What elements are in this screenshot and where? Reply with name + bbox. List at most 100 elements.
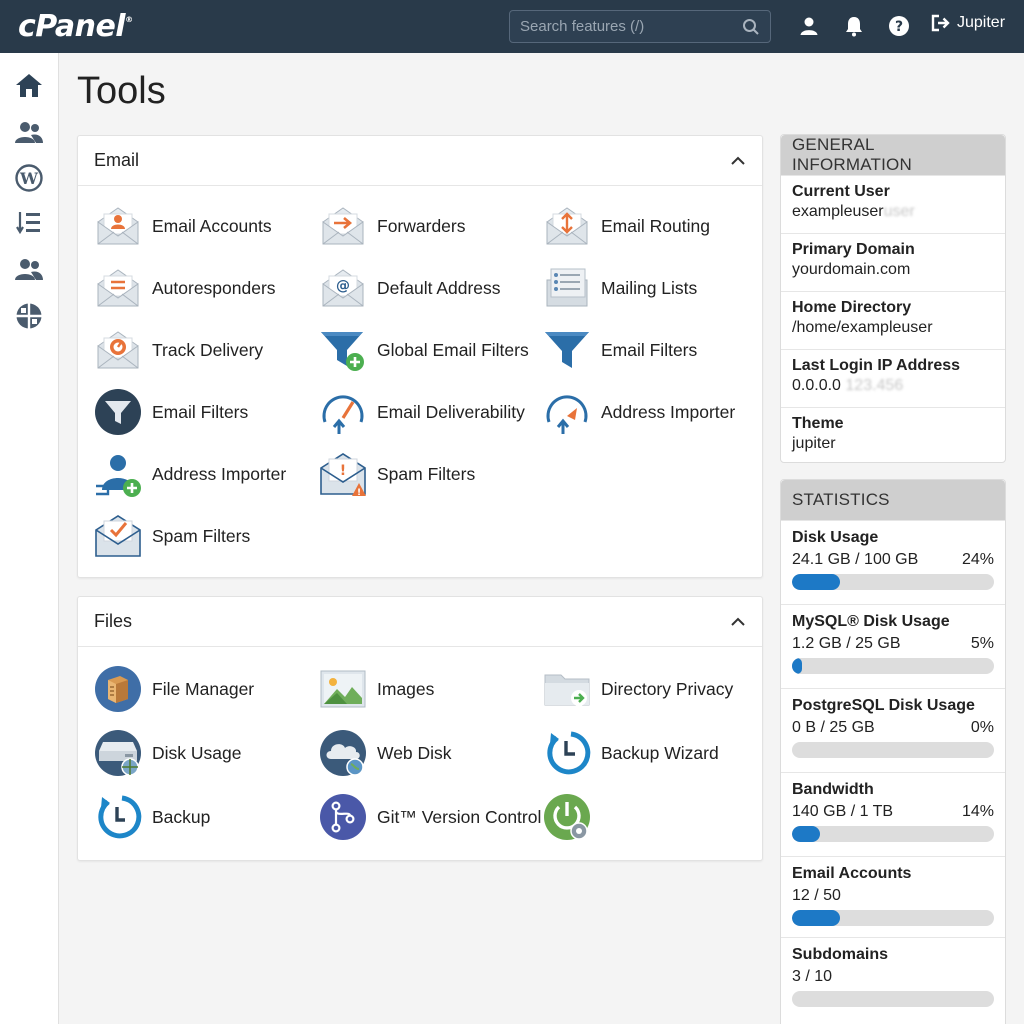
stat-row: PostgreSQL Disk Usage 0 B / 25 GB 0% xyxy=(781,688,1005,772)
tool-address-importer-2[interactable]: Address Importer xyxy=(94,450,286,498)
stat-row: Email Accounts 12 / 50 xyxy=(781,856,1005,937)
tool-power-settings[interactable] xyxy=(543,793,601,841)
tool-track-delivery[interactable]: Track Delivery xyxy=(94,326,263,374)
search-input[interactable] xyxy=(520,18,742,35)
page-title: Tools xyxy=(77,70,166,112)
email-panel-header[interactable]: Email xyxy=(78,136,762,186)
sidebar: W xyxy=(0,53,59,1024)
stat-value: 3 / 10 xyxy=(792,968,833,985)
statistics-header: STATISTICS xyxy=(781,480,1005,520)
backup-icon xyxy=(98,795,142,839)
help-icon[interactable]: ? xyxy=(888,14,910,38)
user-manager-icon[interactable] xyxy=(14,254,44,284)
user-menu[interactable]: Jupiter xyxy=(931,14,1005,32)
disk-usage-icon xyxy=(95,730,141,776)
tool-email-deliverability[interactable]: Email Deliverability xyxy=(319,388,525,436)
svg-text:W: W xyxy=(19,169,39,188)
stat-percent: 5% xyxy=(970,635,994,652)
tool-disk-usage[interactable]: Disk Usage xyxy=(94,729,241,777)
blurred-text: 123.456 xyxy=(845,377,904,394)
top-bar: cPanel® ? Jupiter xyxy=(0,0,1024,53)
stat-value: 1.2 GB / 25 GB xyxy=(792,635,901,652)
directory-privacy-icon xyxy=(544,674,590,706)
tool-backup[interactable]: Backup xyxy=(94,793,210,841)
tool-email-routing[interactable]: Email Routing xyxy=(543,202,710,250)
stat-row: Subdomains 3 / 10 xyxy=(781,937,1005,1017)
tool-spam-filters[interactable]: !! Spam Filters xyxy=(319,450,475,498)
tool-global-email-filters[interactable]: Global Email Filters xyxy=(319,326,529,374)
tool-forwarders[interactable]: Forwarders xyxy=(319,202,466,250)
usage-progress-bar xyxy=(792,742,994,758)
svg-text:!: ! xyxy=(340,463,346,479)
users-icon[interactable] xyxy=(14,117,44,147)
tool-mailing-lists[interactable]: Mailing Lists xyxy=(543,264,697,312)
files-panel: Files File Manager Images Directory Priv… xyxy=(77,596,763,861)
list-icon[interactable] xyxy=(14,208,44,238)
file-manager-icon xyxy=(95,666,141,712)
tool-autoresponders[interactable]: Autoresponders xyxy=(94,264,276,312)
search-box xyxy=(509,10,771,43)
general-information-header: GENERAL INFORMATION xyxy=(781,135,1005,175)
default-address-icon: @ xyxy=(319,264,367,312)
user-icon[interactable] xyxy=(798,14,820,38)
logout-icon xyxy=(931,14,950,32)
info-home-directory: Home Directory /home/exampleuser xyxy=(781,291,1005,349)
usage-progress-bar xyxy=(792,991,994,1007)
tool-directory-privacy[interactable]: Directory Privacy xyxy=(543,665,733,713)
stat-value: 140 GB / 1 TB xyxy=(792,803,894,820)
images-icon xyxy=(320,670,366,708)
info-primary-domain: Primary Domain yourdomain.com xyxy=(781,233,1005,291)
usage-progress-fill xyxy=(792,658,803,674)
svg-text:?: ? xyxy=(895,19,903,35)
tool-file-manager[interactable]: File Manager xyxy=(94,665,254,713)
tool-default-address[interactable]: @ Default Address xyxy=(319,264,501,312)
tool-backup-wizard[interactable]: Backup Wizard xyxy=(543,729,719,777)
power-settings-icon xyxy=(544,794,590,840)
address-importer-icon xyxy=(546,395,588,434)
tool-address-importer[interactable]: Address Importer xyxy=(543,388,735,436)
svg-text:!: ! xyxy=(357,488,361,498)
email-routing-icon xyxy=(543,202,591,250)
globe-icon[interactable] xyxy=(14,301,44,331)
cpanel-logo[interactable]: cPanel® xyxy=(18,9,133,44)
stat-label: PostgreSQL Disk Usage xyxy=(792,697,975,714)
chevron-up-icon[interactable] xyxy=(730,614,746,630)
stat-label: Email Accounts xyxy=(792,865,912,882)
forwarders-icon xyxy=(319,202,367,250)
bell-icon[interactable] xyxy=(843,14,865,38)
usage-progress-fill xyxy=(792,910,841,926)
tool-spam-filters-2[interactable]: Spam Filters xyxy=(94,512,250,560)
track-delivery-icon xyxy=(94,326,142,374)
tool-images[interactable]: Images xyxy=(319,665,434,713)
stat-percent: 14% xyxy=(961,803,994,820)
web-disk-icon xyxy=(320,730,366,776)
global-email-filters-icon xyxy=(321,332,364,371)
stat-label: Subdomains xyxy=(792,946,889,963)
backup-wizard-icon xyxy=(547,731,591,775)
user-label: Jupiter xyxy=(957,14,1006,31)
chevron-up-icon[interactable] xyxy=(730,153,746,169)
files-panel-header[interactable]: Files xyxy=(78,597,762,647)
mailing-lists-icon xyxy=(546,268,588,307)
svg-text:@: @ xyxy=(336,278,350,294)
stat-percent: 24% xyxy=(961,551,994,568)
search-icon[interactable] xyxy=(742,18,760,36)
email-panel: Email Email Accounts Forwarders Email Ro… xyxy=(77,135,763,578)
usage-progress-bar xyxy=(792,910,994,926)
tool-git-version-control[interactable]: Git™ Version Control xyxy=(319,793,541,841)
home-icon[interactable] xyxy=(14,70,44,100)
stat-label: MySQL® Disk Usage xyxy=(792,613,950,630)
tool-web-disk[interactable]: Web Disk xyxy=(319,729,452,777)
email-deliverability-icon xyxy=(322,395,364,434)
tool-email-accounts[interactable]: Email Accounts xyxy=(94,202,272,250)
usage-progress-bar xyxy=(792,826,994,842)
stat-value: 12 / 50 xyxy=(792,887,841,904)
statistics-box: STATISTICS Disk Usage 24.1 GB / 100 GB 24%… xyxy=(780,479,1006,1024)
email-panel-title: Email xyxy=(94,150,140,170)
tool-email-filters-2[interactable]: Email Filters xyxy=(94,388,248,436)
address-importer-user-icon xyxy=(96,455,141,497)
tool-email-filters[interactable]: Email Filters xyxy=(543,326,697,374)
stat-percent: 0% xyxy=(970,719,994,736)
wordpress-icon[interactable]: W xyxy=(14,163,44,193)
stat-row: Disk Usage 24.1 GB / 100 GB 24% xyxy=(781,520,1005,604)
